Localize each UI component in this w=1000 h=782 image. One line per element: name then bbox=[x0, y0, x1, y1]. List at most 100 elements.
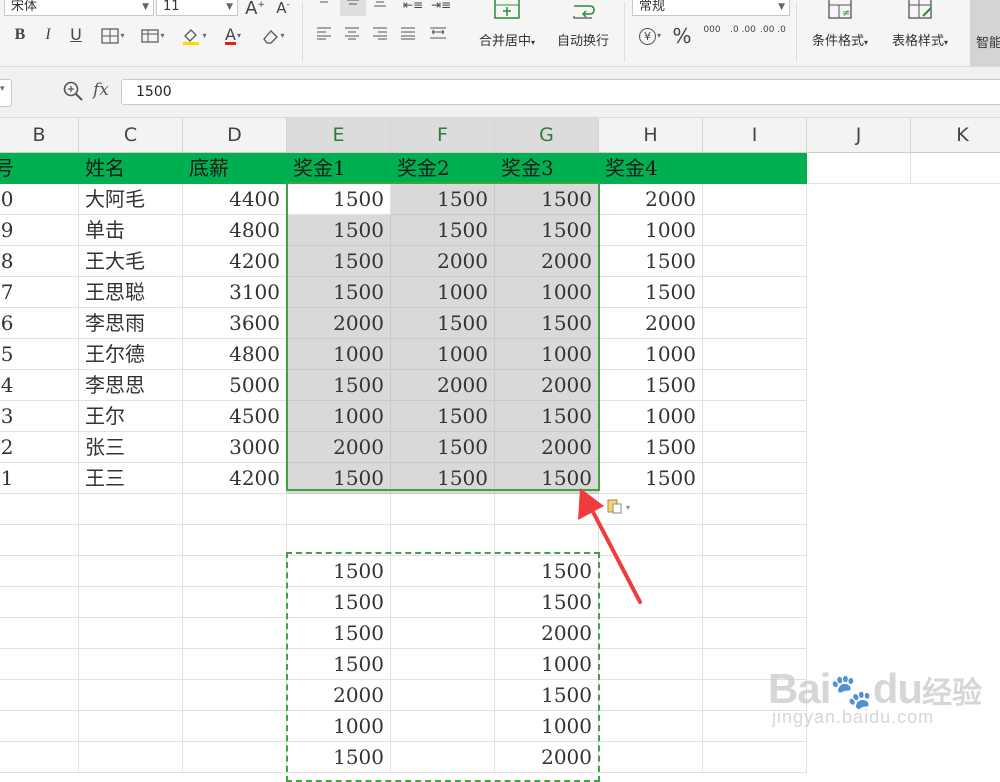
cell-bonus2[interactable]: 1000 bbox=[391, 339, 495, 370]
wrap-text-button[interactable]: 自动换行 bbox=[550, 0, 616, 49]
empty-cell[interactable] bbox=[0, 742, 79, 773]
cell-bonus4[interactable]: 1000 bbox=[599, 339, 703, 370]
number-format-select[interactable]: 常规 ▼ bbox=[632, 0, 790, 16]
smart-toolbox-button[interactable]: 智能 bbox=[970, 0, 1000, 66]
empty-cell[interactable] bbox=[703, 401, 807, 432]
empty-cell[interactable] bbox=[183, 525, 287, 556]
cell-bonus4[interactable]: 1500 bbox=[599, 432, 703, 463]
empty-cell[interactable] bbox=[0, 618, 79, 649]
cell-name[interactable]: 王三 bbox=[79, 463, 183, 494]
bold-icon[interactable]: B bbox=[10, 24, 30, 46]
cell-bonus3[interactable]: 2000 bbox=[495, 432, 599, 463]
cell-bonus4[interactable]: 1500 bbox=[599, 277, 703, 308]
cell-bonus2[interactable]: 2000 bbox=[391, 370, 495, 401]
conditional-format-button[interactable]: ≠ 条件格式▾ bbox=[802, 0, 878, 49]
empty-cell[interactable] bbox=[183, 680, 287, 711]
empty-cell[interactable] bbox=[79, 649, 183, 680]
empty-cell[interactable] bbox=[79, 680, 183, 711]
cell-bonus3[interactable]: 1000 bbox=[495, 339, 599, 370]
decrease-decimal-icon[interactable]: .00 .0 bbox=[760, 25, 786, 35]
cell-bonus3[interactable]: 1500 bbox=[495, 401, 599, 432]
empty-cell[interactable] bbox=[0, 711, 79, 742]
cell-base[interactable]: 4800 bbox=[183, 215, 287, 246]
align-middle-icon[interactable] bbox=[340, 0, 366, 16]
cell-id[interactable]: 10 bbox=[0, 184, 79, 215]
cell-format-icon[interactable]: ▾ bbox=[136, 24, 170, 47]
cell-base[interactable]: 4200 bbox=[183, 246, 287, 277]
cell-bonus4[interactable]: 2000 bbox=[599, 184, 703, 215]
empty-cell[interactable] bbox=[391, 649, 495, 680]
cell-base[interactable]: 5000 bbox=[183, 370, 287, 401]
empty-cell[interactable] bbox=[183, 494, 287, 525]
cell-bonus3[interactable]: 1500 bbox=[495, 184, 599, 215]
fx-icon[interactable]: fx bbox=[93, 80, 109, 100]
cell-bonus2[interactable]: 1500 bbox=[391, 215, 495, 246]
cell-id[interactable]: 06 bbox=[0, 308, 79, 339]
empty-cell[interactable] bbox=[703, 246, 807, 277]
empty-cell[interactable] bbox=[703, 463, 807, 494]
empty-cell[interactable] bbox=[703, 432, 807, 463]
copied-cell-g[interactable]: 1000 bbox=[495, 649, 599, 680]
empty-cell[interactable] bbox=[391, 618, 495, 649]
empty-cell[interactable] bbox=[0, 494, 79, 525]
cell-bonus3[interactable]: 2000 bbox=[495, 246, 599, 277]
cell-id[interactable]: 03 bbox=[0, 401, 79, 432]
cell-base[interactable]: 4400 bbox=[183, 184, 287, 215]
cell-id[interactable]: 08 bbox=[0, 246, 79, 277]
cell-bonus1[interactable]: 1500 bbox=[287, 184, 391, 215]
cell-base[interactable]: 4800 bbox=[183, 339, 287, 370]
header-cell-base[interactable]: 底薪 bbox=[183, 153, 287, 184]
cell-bonus1[interactable]: 2000 bbox=[287, 432, 391, 463]
empty-cell[interactable] bbox=[183, 711, 287, 742]
cell-name[interactable]: 李思雨 bbox=[79, 308, 183, 339]
cell-bonus3[interactable]: 1000 bbox=[495, 277, 599, 308]
align-center-icon[interactable] bbox=[342, 24, 362, 46]
font-size-select[interactable]: 11 ▼ bbox=[156, 0, 238, 16]
increase-font-icon[interactable]: A+ bbox=[244, 0, 266, 20]
chevron-down-icon[interactable]: ▾ bbox=[0, 84, 5, 94]
zoom-icon[interactable] bbox=[62, 80, 84, 102]
cell-bonus4[interactable]: 2000 bbox=[599, 308, 703, 339]
copied-cell-e[interactable]: 1500 bbox=[287, 618, 391, 649]
copied-cell-e[interactable]: 2000 bbox=[287, 680, 391, 711]
cell-name[interactable]: 李思思 bbox=[79, 370, 183, 401]
cell-bonus2[interactable]: 1500 bbox=[391, 401, 495, 432]
currency-icon[interactable]: ¥ ▾ bbox=[634, 25, 666, 47]
formula-input[interactable]: 1500 bbox=[121, 79, 1000, 105]
cell-name[interactable]: 王尔 bbox=[79, 401, 183, 432]
cell-bonus2[interactable]: 2000 bbox=[391, 246, 495, 277]
column-header-g[interactable]: G bbox=[495, 118, 599, 152]
empty-cell[interactable] bbox=[703, 556, 807, 587]
empty-cell[interactable] bbox=[79, 556, 183, 587]
cell-bonus1[interactable]: 1000 bbox=[287, 339, 391, 370]
header-cell-bonus1[interactable]: 奖金1 bbox=[287, 153, 391, 184]
header-cell-bonus4[interactable]: 奖金4 bbox=[599, 153, 807, 184]
cell-bonus3[interactable]: 1500 bbox=[495, 215, 599, 246]
empty-cell[interactable] bbox=[183, 556, 287, 587]
empty-cell[interactable] bbox=[79, 618, 183, 649]
empty-cell[interactable] bbox=[703, 184, 807, 215]
cell-bonus1[interactable]: 1500 bbox=[287, 246, 391, 277]
empty-cell[interactable] bbox=[391, 525, 495, 556]
empty-cell[interactable] bbox=[703, 277, 807, 308]
cell-name[interactable]: 单击 bbox=[79, 215, 183, 246]
empty-cell[interactable] bbox=[79, 525, 183, 556]
column-header-i[interactable]: I bbox=[703, 118, 807, 152]
copied-cell-g[interactable]: 2000 bbox=[495, 742, 599, 773]
align-left-icon[interactable] bbox=[314, 24, 334, 46]
empty-cell[interactable] bbox=[391, 680, 495, 711]
empty-cell[interactable] bbox=[79, 711, 183, 742]
cell-bonus4[interactable]: 1000 bbox=[599, 401, 703, 432]
copied-cell-e[interactable]: 1500 bbox=[287, 649, 391, 680]
empty-cell[interactable] bbox=[599, 618, 703, 649]
copied-cell-e[interactable]: 1500 bbox=[287, 556, 391, 587]
cell-bonus2[interactable]: 1500 bbox=[391, 184, 495, 215]
font-color-icon[interactable]: A▾ bbox=[216, 24, 250, 47]
cell-name[interactable]: 王大毛 bbox=[79, 246, 183, 277]
cell-bonus2[interactable]: 1500 bbox=[391, 463, 495, 494]
distribute-icon[interactable] bbox=[426, 24, 450, 46]
empty-cell[interactable] bbox=[599, 649, 703, 680]
empty-cell[interactable] bbox=[911, 153, 1000, 184]
outdent-icon[interactable]: ⇤≡ bbox=[402, 0, 424, 16]
copied-cell-e[interactable]: 1500 bbox=[287, 742, 391, 773]
